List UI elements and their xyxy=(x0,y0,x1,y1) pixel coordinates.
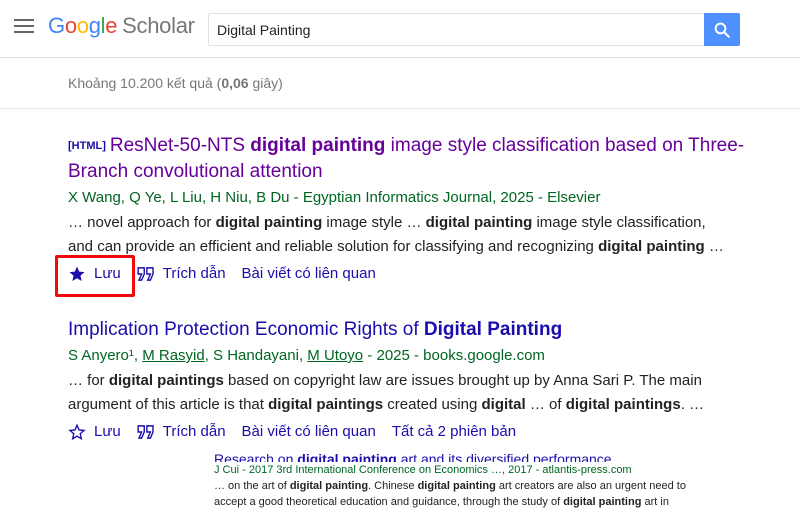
search-result: Implication Protection Economic Rights o… xyxy=(68,317,800,443)
star-outline-icon xyxy=(68,423,86,441)
result-authors: S Anyero¹, M Rasyid, S Handayani, M Utoy… xyxy=(68,347,545,364)
result-title[interactable]: [HTML] ResNet-50-NTS digital painting ima… xyxy=(68,133,800,184)
cite-button[interactable]: Trích dẫn xyxy=(137,421,226,443)
search-result: [HTML] ResNet-50-NTS digital painting ima… xyxy=(68,133,800,285)
related-articles-link[interactable]: Bài viết có liên quan xyxy=(242,421,376,443)
partial-search-result: Research on digital painting art and its… xyxy=(214,452,754,510)
result-snippet: … for digital paintings based on copyrig… xyxy=(68,372,705,413)
quote-icon xyxy=(137,425,154,439)
result-snippet: accept a good theoretical education and … xyxy=(214,496,669,508)
header: Google Scholar xyxy=(0,0,800,58)
result-snippet: … novel approach for digital painting im… xyxy=(68,214,724,255)
highlight-box xyxy=(55,255,135,297)
google-scholar-logo[interactable]: Google Scholar xyxy=(48,13,195,39)
cite-button[interactable]: Trích dẫn xyxy=(137,263,226,285)
divider xyxy=(0,108,800,109)
result-snippet: … on the art of digital painting. Chines… xyxy=(214,480,686,492)
menu-icon[interactable] xyxy=(14,19,34,35)
search-button[interactable] xyxy=(704,13,740,46)
save-button[interactable]: Lưu xyxy=(68,421,121,443)
result-title[interactable]: Implication Protection Economic Rights o… xyxy=(68,317,800,342)
result-title[interactable]: Research on digital painting art and its… xyxy=(214,452,754,462)
search-icon xyxy=(714,22,730,38)
html-tag[interactable]: [HTML] xyxy=(68,140,106,152)
related-articles-link[interactable]: Bài viết có liên quan xyxy=(242,263,376,285)
results-stats: Khoảng 10.200 kết quả (0,06 giây) xyxy=(68,75,283,91)
author-link[interactable]: M Utoyo xyxy=(307,347,363,364)
quote-icon xyxy=(137,267,154,281)
search-input[interactable] xyxy=(208,13,706,46)
result-links: Lưu Trích dẫn Bài viết có liên quan xyxy=(68,263,800,285)
result-authors: X Wang, Q Ye, L Liu, H Niu, B Du - Egypt… xyxy=(68,189,601,206)
author-link[interactable]: M Rasyid xyxy=(142,347,205,364)
result-authors: J Cui - 2017 3rd International Conferenc… xyxy=(214,464,632,476)
result-links: Lưu Trích dẫn Bài viết có liên quan Tất … xyxy=(68,421,800,443)
all-versions-link[interactable]: Tất cả 2 phiên bản xyxy=(392,421,516,443)
